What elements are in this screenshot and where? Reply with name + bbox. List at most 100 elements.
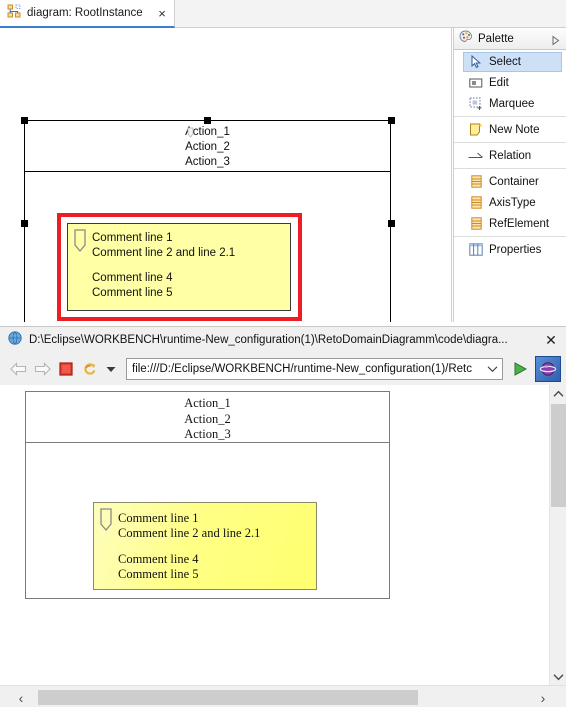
- vertical-scrollbar[interactable]: [549, 385, 566, 685]
- scroll-right-button[interactable]: ›: [532, 687, 554, 707]
- palette-group-relation: Relation: [454, 143, 566, 169]
- palette-item-relation[interactable]: Relation: [454, 145, 566, 166]
- palette-icon: [459, 30, 473, 48]
- scroll-up-button[interactable]: [550, 385, 566, 402]
- palette-item-label: Relation: [489, 149, 532, 162]
- cursor-arrow-icon: [468, 54, 484, 70]
- address-input[interactable]: [132, 360, 484, 378]
- address-bar[interactable]: [126, 358, 503, 380]
- close-icon[interactable]: ×: [155, 6, 169, 20]
- chevron-down-icon[interactable]: [484, 360, 500, 378]
- forward-arrow-icon[interactable]: [30, 357, 54, 381]
- comment-note-text: Comment line 1 Comment line 2 and line 2…: [92, 231, 286, 300]
- properties-table-icon: [468, 242, 484, 258]
- palette-item-refelement[interactable]: RefElement: [454, 213, 566, 234]
- action-pin-icon: [187, 127, 194, 138]
- selection-handle-w[interactable]: [21, 220, 28, 227]
- palette-group-tools: Select Edit Marquee: [454, 50, 566, 117]
- note-pin-icon: [99, 508, 113, 532]
- palette-group-note: New Note: [454, 117, 566, 143]
- palette-group-elements: Container AxisType RefElement: [454, 169, 566, 237]
- comment-note-shape[interactable]: Comment line 1 Comment line 2 and line 2…: [67, 223, 291, 311]
- palette-item-edit[interactable]: Edit: [454, 72, 566, 93]
- comment-note-text: Comment line 1 Comment line 2 and line 2…: [118, 511, 312, 582]
- chevron-right-icon[interactable]: [550, 33, 562, 45]
- comment-line-blank: [92, 260, 286, 271]
- go-play-icon[interactable]: [507, 357, 533, 381]
- browser-titlebar: D:\Eclipse\WORKBENCH\runtime-New_configu…: [0, 327, 566, 353]
- palette-item-properties[interactable]: Properties: [454, 239, 566, 260]
- edit-box-icon: [468, 75, 484, 91]
- comment-line: Comment line 1: [118, 511, 199, 525]
- stop-icon[interactable]: [54, 357, 78, 381]
- container-header-rendered: Action_1 Action_2 Action_3: [26, 392, 389, 443]
- palette-item-container[interactable]: Container: [454, 171, 566, 192]
- container-icon: [468, 174, 484, 190]
- browser-title: D:\Eclipse\WORKBENCH\runtime-New_configu…: [29, 334, 508, 346]
- new-note-icon: [468, 122, 484, 138]
- note-pin-icon: [73, 229, 87, 253]
- palette-item-label: Container: [489, 175, 539, 188]
- container-shape-rendered: Action_1 Action_2 Action_3 Comment line …: [25, 391, 390, 599]
- palette-item-label: New Note: [489, 123, 540, 136]
- action-row: Action_3: [184, 427, 231, 441]
- selection-handle-nw[interactable]: [21, 117, 28, 124]
- palette-header[interactable]: Palette: [454, 28, 566, 50]
- comment-line: Comment line 1: [92, 232, 173, 244]
- eclipse-editor-panel: diagram: RootInstance × Action_1 Action_…: [0, 0, 566, 322]
- container-icon: [468, 195, 484, 211]
- selection-handle-ne[interactable]: [388, 117, 395, 124]
- palette-item-marquee[interactable]: Marquee: [454, 93, 566, 114]
- action-row: Action_2: [184, 411, 231, 426]
- action-row: Action_1: [25, 125, 390, 140]
- browser-toolbar: [0, 353, 566, 385]
- action-row: Action_3: [25, 155, 390, 170]
- arrow-relation-icon: [468, 148, 484, 164]
- internal-browser-window: D:\Eclipse\WORKBENCH\runtime-New_configu…: [0, 326, 566, 707]
- palette-item-label: Select: [489, 56, 521, 68]
- internal-browser-icon[interactable]: [535, 356, 561, 382]
- comment-line: Comment line 5: [92, 286, 173, 299]
- back-arrow-icon[interactable]: [6, 357, 30, 381]
- container-icon: [468, 216, 484, 232]
- comment-line: Comment line 4: [118, 552, 199, 566]
- palette-item-label: Marquee: [489, 97, 535, 110]
- editor-tab-diagram[interactable]: diagram: RootInstance ×: [0, 0, 175, 28]
- selection-handle-e[interactable]: [388, 220, 395, 227]
- palette-item-label: AxisType: [489, 196, 536, 209]
- scroll-left-button[interactable]: ‹: [10, 687, 32, 707]
- action-label-3: Action_3: [185, 156, 230, 168]
- horizontal-scroll-thumb[interactable]: [38, 690, 418, 705]
- editor-tab-label: diagram: RootInstance: [27, 7, 143, 19]
- horizontal-scrollbar[interactable]: ‹ ›: [0, 685, 566, 707]
- palette-item-axistype[interactable]: AxisType: [454, 192, 566, 213]
- scroll-down-button[interactable]: [550, 668, 566, 685]
- comment-line-blank: [118, 541, 312, 552]
- comment-line: Comment line 2 and line 2.1: [118, 526, 261, 540]
- comment-note-rendered: Comment line 1 Comment line 2 and line 2…: [93, 502, 317, 590]
- comment-line: Comment line 4: [92, 272, 173, 284]
- palette-item-select[interactable]: Select: [463, 52, 562, 72]
- palette-group-properties: Properties: [454, 237, 566, 262]
- action-label-2: Action_2: [185, 141, 230, 153]
- palette-item-label: RefElement: [489, 217, 550, 230]
- globe-icon: [8, 330, 22, 350]
- marquee-select-icon: [468, 96, 484, 112]
- chevron-down-icon[interactable]: [102, 357, 120, 381]
- selection-handle-n[interactable]: [204, 117, 211, 124]
- palette-panel: Palette Select Edit Marquee New Note Rel…: [453, 28, 566, 322]
- editor-tab-strip: diagram: RootInstance ×: [0, 0, 566, 28]
- palette-item-new-note[interactable]: New Note: [454, 119, 566, 140]
- action-row: Action_2: [25, 140, 390, 155]
- vertical-scroll-thumb[interactable]: [551, 404, 566, 507]
- refresh-icon[interactable]: [78, 357, 102, 381]
- comment-line: Comment line 5: [118, 567, 199, 581]
- container-header: Action_1 Action_2 Action_3: [25, 121, 390, 172]
- comment-line: Comment line 2 and line 2.1: [92, 246, 236, 259]
- palette-title: Palette: [478, 32, 514, 45]
- diagram-canvas[interactable]: Action_1 Action_2 Action_3 Comment line …: [0, 28, 452, 322]
- rendered-page[interactable]: Action_1 Action_2 Action_3 Comment line …: [0, 385, 549, 685]
- palette-item-label: Edit: [489, 76, 509, 89]
- screen-root: diagram: RootInstance × Action_1 Action_…: [0, 0, 566, 707]
- close-icon[interactable]: ✕: [540, 330, 562, 350]
